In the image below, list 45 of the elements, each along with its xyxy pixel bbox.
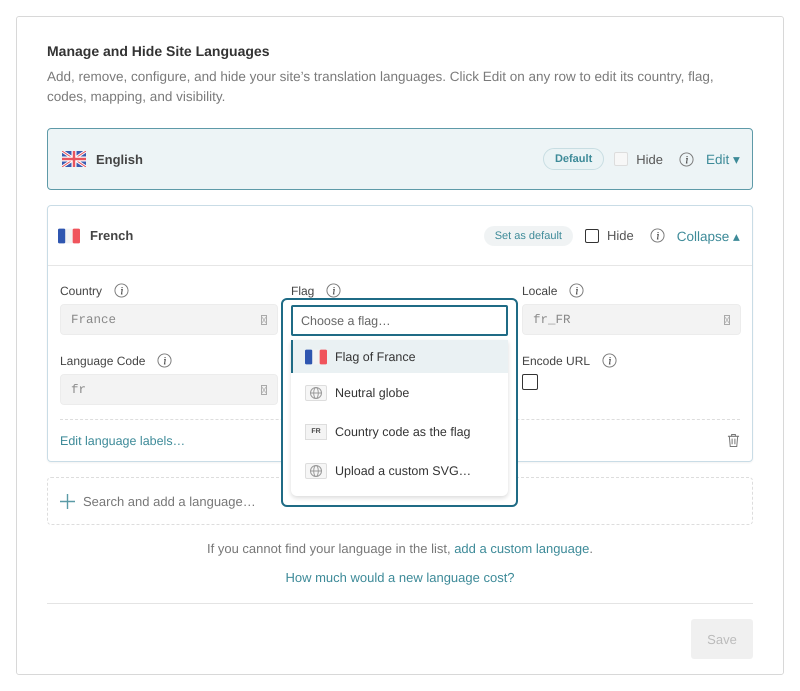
dropdown-option[interactable]: Flag of France <box>291 340 508 373</box>
flag-icon <box>305 348 327 364</box>
info-icon[interactable] <box>569 283 584 298</box>
collapse-link[interactable]: Collapse ▴ <box>676 228 740 244</box>
field-marker-icon <box>261 384 267 394</box>
hide-checkbox[interactable] <box>584 228 599 242</box>
field-label: Encode URL <box>522 354 590 368</box>
info-icon[interactable] <box>114 283 130 298</box>
custom-language-note: If you cannot find your language in the list, add a custom language. <box>206 541 594 556</box>
flag-icon <box>62 151 86 167</box>
text-field[interactable]: France <box>60 304 278 335</box>
cost-link[interactable]: How much would a new language cost? <box>285 570 515 585</box>
custom-language-link[interactable]: add a custom language <box>454 541 590 556</box>
field-marker-icon <box>261 314 267 324</box>
edit-labels-link[interactable]: Edit language labels… <box>60 434 186 448</box>
field-label: Flag <box>291 284 314 298</box>
field-marker-icon <box>724 314 730 324</box>
info-icon[interactable] <box>157 353 172 368</box>
search-field[interactable]: Choose a flag… <box>291 305 508 336</box>
default-badge: Default <box>542 148 604 170</box>
plus-icon <box>60 494 75 508</box>
checkbox[interactable] <box>522 374 538 390</box>
section-title: Manage and Hide Site Languages <box>47 43 270 59</box>
field-label: Country <box>60 284 102 298</box>
text-field[interactable]: fr <box>60 374 278 405</box>
description: Add, remove, configure, and hide your site’s translation languages. Click Edit on any row to edit its country, flag, codes, mapping, and visibility. <box>47 68 715 106</box>
info-icon[interactable] <box>326 283 342 298</box>
hide-label: Hide <box>606 228 634 243</box>
add-language-field[interactable]: Search and add a language… <box>47 477 753 525</box>
info-icon[interactable] <box>602 353 618 368</box>
language-name: French <box>90 228 134 243</box>
globe-icon <box>305 384 327 400</box>
set-default-button[interactable]: Set as default <box>484 226 573 246</box>
globe-icon <box>305 462 327 478</box>
trash-icon[interactable] <box>727 433 740 448</box>
hide-label: Hide <box>636 152 663 166</box>
info-icon[interactable] <box>678 152 694 166</box>
field-label: Locale <box>522 284 558 298</box>
flag-icon <box>58 228 80 244</box>
language-name: English <box>96 152 143 166</box>
dropdown-option[interactable]: Neutral globe <box>291 373 508 412</box>
field-label: Language Code <box>60 354 146 368</box>
text-field[interactable]: fr_FR <box>522 304 741 335</box>
info-icon[interactable] <box>650 228 665 243</box>
edit-link[interactable]: Edit ▾ <box>706 151 740 167</box>
